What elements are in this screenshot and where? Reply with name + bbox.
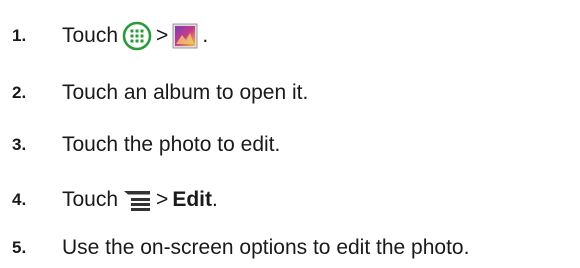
step-separator: > (156, 188, 169, 211)
step-number: 3. (12, 135, 27, 154)
step-text-after: . (202, 24, 209, 47)
step-text: Touch an album to open it. (62, 81, 309, 104)
step-text-before: Touch (62, 188, 119, 211)
step-number: 4. (12, 190, 27, 209)
gallery-icon (172, 23, 198, 49)
step-text: Touch > Edit. (62, 188, 218, 212)
step-text-before: Touch (62, 24, 119, 47)
apps-grid-icon (122, 21, 152, 51)
step-text: Use the on-screen options to edit the ph… (62, 236, 470, 259)
step-number: 2. (12, 83, 27, 102)
step-number: 5. (12, 238, 27, 257)
edit-label: Edit (172, 188, 212, 211)
step-number: 1. (12, 26, 27, 45)
menu-icon (122, 188, 152, 212)
step-text-after: . (211, 188, 218, 211)
step-separator: > (156, 24, 169, 47)
step-text: Touch > . (62, 21, 208, 51)
step-text: Touch the photo to edit. (62, 133, 281, 156)
